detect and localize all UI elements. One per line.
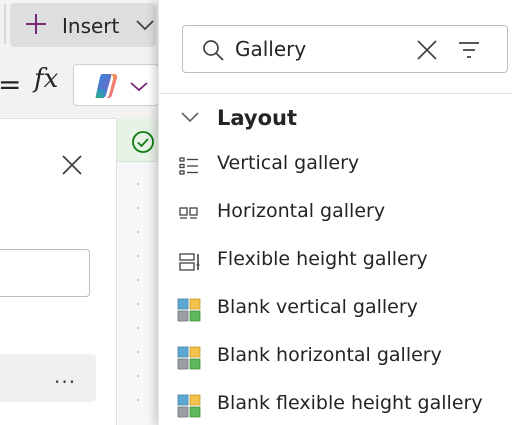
list-item-label: Flexible height gallery bbox=[217, 248, 428, 270]
copilot-button[interactable] bbox=[73, 64, 159, 106]
flexible-height-gallery-icon bbox=[179, 253, 200, 271]
section-title: Layout bbox=[217, 106, 298, 130]
insert-button[interactable]: Insert bbox=[10, 3, 156, 47]
ribbon-toolbar: Insert bbox=[0, 0, 160, 50]
chevron-down-icon bbox=[136, 20, 154, 31]
list-item-label: Blank horizontal gallery bbox=[217, 344, 442, 366]
list-item-vertical-gallery[interactable]: Vertical gallery bbox=[159, 142, 512, 190]
clear-icon[interactable] bbox=[416, 39, 438, 61]
insert-dropdown: Layout Vertical gallery Horizontal galle… bbox=[158, 0, 512, 425]
list-item-horizontal-gallery[interactable]: Horizontal gallery bbox=[159, 190, 512, 238]
horizontal-gallery-icon bbox=[179, 207, 198, 219]
canvas-area bbox=[116, 118, 161, 425]
check-circle-icon bbox=[132, 131, 154, 153]
formula-bar: = fx bbox=[0, 50, 160, 118]
toolbar-separator bbox=[4, 4, 6, 44]
popup-divider bbox=[159, 93, 512, 94]
more-options-label: ... bbox=[54, 364, 77, 388]
copilot-icon bbox=[95, 74, 118, 98]
search-icon bbox=[203, 40, 224, 61]
insert-label: Insert bbox=[62, 14, 120, 38]
list-item-label: Horizontal gallery bbox=[217, 200, 386, 222]
more-options-button[interactable]: ... bbox=[0, 354, 96, 402]
plus-icon bbox=[26, 14, 46, 34]
fx-icon: fx bbox=[34, 64, 59, 94]
search-box bbox=[182, 25, 508, 73]
panel-input-field[interactable] bbox=[0, 249, 90, 297]
filter-icon[interactable] bbox=[457, 39, 481, 61]
properties-panel: ... bbox=[0, 118, 116, 425]
chevron-down-icon bbox=[181, 112, 199, 123]
blank-gallery-icon bbox=[177, 394, 201, 418]
section-header-layout[interactable]: Layout bbox=[159, 100, 512, 140]
search-input[interactable] bbox=[235, 34, 405, 64]
gallery-list: Vertical gallery Horizontal gallery Flex… bbox=[159, 142, 512, 425]
list-item-blank-horizontal-gallery[interactable]: Blank horizontal gallery bbox=[159, 334, 512, 382]
list-item-label: Vertical gallery bbox=[217, 152, 360, 174]
vertical-gallery-icon bbox=[179, 157, 198, 175]
close-icon[interactable] bbox=[60, 153, 84, 177]
list-item-blank-flexible-height-gallery[interactable]: Blank flexible height gallery bbox=[159, 382, 512, 425]
blank-gallery-icon bbox=[177, 346, 201, 370]
canvas-grid-dots bbox=[137, 172, 139, 422]
formula-equals: = bbox=[0, 68, 22, 101]
blank-gallery-icon bbox=[177, 298, 201, 322]
chevron-down-icon bbox=[130, 82, 148, 92]
list-item-label: Blank flexible height gallery bbox=[217, 392, 483, 414]
list-item-flexible-height-gallery[interactable]: Flexible height gallery bbox=[159, 238, 512, 286]
list-item-blank-vertical-gallery[interactable]: Blank vertical gallery bbox=[159, 286, 512, 334]
list-item-label: Blank vertical gallery bbox=[217, 296, 418, 318]
